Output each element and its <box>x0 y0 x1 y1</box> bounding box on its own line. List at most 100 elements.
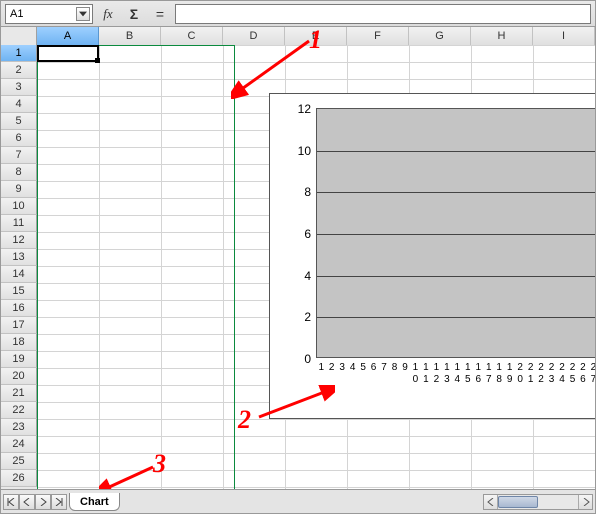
sum-icon[interactable]: Σ <box>123 4 145 24</box>
x-tick-label: 9 <box>400 362 410 373</box>
embedded-chart[interactable]: 024681012 123456789111111111122222222223… <box>269 93 595 419</box>
x-tick-label: 1 <box>463 362 473 373</box>
x-tick-label: 1 <box>421 362 431 373</box>
equals-icon[interactable]: = <box>149 4 171 24</box>
scroll-right-button[interactable] <box>578 495 592 509</box>
spreadsheet-grid: ABCDEFGHI 123456789101112131415161718192… <box>1 27 595 489</box>
sheet-tab-chart[interactable]: Chart <box>69 493 120 511</box>
x-tick-label: 1 <box>504 362 514 373</box>
column-header[interactable]: H <box>471 27 533 45</box>
x-tick-label: 7 <box>484 374 494 385</box>
x-tick-label: 1 <box>452 362 462 373</box>
x-tick-label: 6 <box>578 374 588 385</box>
row-header[interactable]: 18 <box>1 334 37 351</box>
row-header[interactable]: 4 <box>1 96 37 113</box>
cells-area[interactable]: 024681012 123456789111111111122222222223… <box>37 45 595 489</box>
row-header[interactable]: 1 <box>1 45 37 62</box>
x-ticks-row1: 123456789111111111122222222223 <box>316 362 595 373</box>
name-box-dropdown[interactable] <box>76 7 90 21</box>
formula-bar: A1 fx Σ = <box>1 1 595 27</box>
function-wizard-icon[interactable]: fx <box>97 4 119 24</box>
x-tick-label: 0 <box>515 374 525 385</box>
row-header[interactable]: 13 <box>1 249 37 266</box>
x-tick-label <box>389 374 399 385</box>
horizontal-scrollbar[interactable] <box>483 494 593 510</box>
x-tick-label: 4 <box>347 362 357 373</box>
column-header[interactable]: D <box>223 27 285 45</box>
row-header[interactable]: 19 <box>1 351 37 368</box>
x-tick-label: 7 <box>379 362 389 373</box>
x-tick-label: 1 <box>484 362 494 373</box>
y-tick-label: 10 <box>298 144 311 158</box>
row-header[interactable]: 21 <box>1 385 37 402</box>
x-tick-label <box>358 374 368 385</box>
x-tick-label: 2 <box>546 362 556 373</box>
scroll-left-button[interactable] <box>484 495 498 509</box>
x-tick-label: 8 <box>389 362 399 373</box>
x-tick-label: 8 <box>494 374 504 385</box>
row-header[interactable]: 12 <box>1 232 37 249</box>
x-tick-label: 3 <box>442 374 452 385</box>
column-header[interactable]: F <box>347 27 409 45</box>
row-header[interactable]: 22 <box>1 402 37 419</box>
row-header[interactable]: 6 <box>1 130 37 147</box>
x-tick-label: 5 <box>358 362 368 373</box>
x-tick-label: 4 <box>452 374 462 385</box>
column-header[interactable]: G <box>409 27 471 45</box>
row-header[interactable]: 3 <box>1 79 37 96</box>
x-tick-label: 1 <box>421 374 431 385</box>
name-box[interactable]: A1 <box>5 4 93 24</box>
row-header[interactable]: 9 <box>1 181 37 198</box>
scrollbar-thumb[interactable] <box>498 496 538 508</box>
row-header[interactable]: 26 <box>1 470 37 487</box>
x-tick-label: 2 <box>431 374 441 385</box>
x-tick-label: 2 <box>525 362 535 373</box>
column-header[interactable]: I <box>533 27 595 45</box>
x-tick-label: 2 <box>326 362 336 373</box>
prev-sheet-button[interactable] <box>19 494 35 510</box>
x-tick-label: 1 <box>494 362 504 373</box>
x-tick-label: 5 <box>567 374 577 385</box>
chart-source-range-outline <box>37 45 235 489</box>
column-header[interactable]: C <box>161 27 223 45</box>
first-sheet-button[interactable] <box>3 494 19 510</box>
x-tick-label: 9 <box>504 374 514 385</box>
row-header[interactable]: 17 <box>1 317 37 334</box>
row-header[interactable]: 8 <box>1 164 37 181</box>
select-all-corner[interactable] <box>1 27 37 45</box>
column-header[interactable]: E <box>285 27 347 45</box>
x-ticks-row2: 012345678901234567890 <box>316 374 595 385</box>
row-header[interactable]: 15 <box>1 283 37 300</box>
row-header[interactable]: 23 <box>1 419 37 436</box>
fill-handle[interactable] <box>95 58 100 63</box>
last-sheet-button[interactable] <box>51 494 67 510</box>
x-tick-label: 5 <box>463 374 473 385</box>
x-tick-label: 0 <box>410 374 420 385</box>
row-headers: 1234567891011121314151617181920212223242… <box>1 45 37 489</box>
row-header[interactable]: 20 <box>1 368 37 385</box>
formula-input[interactable] <box>175 4 591 24</box>
x-tick-label <box>347 374 357 385</box>
y-tick-label: 2 <box>304 310 311 324</box>
row-header[interactable]: 11 <box>1 215 37 232</box>
row-header[interactable]: 7 <box>1 147 37 164</box>
x-tick-label: 2 <box>557 362 567 373</box>
row-header[interactable]: 10 <box>1 198 37 215</box>
x-tick-label: 3 <box>546 374 556 385</box>
column-header[interactable]: A <box>37 27 99 45</box>
x-tick-label: 6 <box>368 362 378 373</box>
row-header[interactable]: 2 <box>1 62 37 79</box>
row-header[interactable]: 14 <box>1 266 37 283</box>
row-header[interactable]: 24 <box>1 436 37 453</box>
x-tick-label: 2 <box>536 374 546 385</box>
x-tick-label: 2 <box>515 362 525 373</box>
x-tick-label: 7 <box>588 374 595 385</box>
x-tick-label <box>400 374 410 385</box>
y-tick-label: 8 <box>304 185 311 199</box>
column-header[interactable]: B <box>99 27 161 45</box>
next-sheet-button[interactable] <box>35 494 51 510</box>
row-header[interactable]: 25 <box>1 453 37 470</box>
row-header[interactable]: 16 <box>1 300 37 317</box>
x-tick-label: 4 <box>557 374 567 385</box>
row-header[interactable]: 5 <box>1 113 37 130</box>
